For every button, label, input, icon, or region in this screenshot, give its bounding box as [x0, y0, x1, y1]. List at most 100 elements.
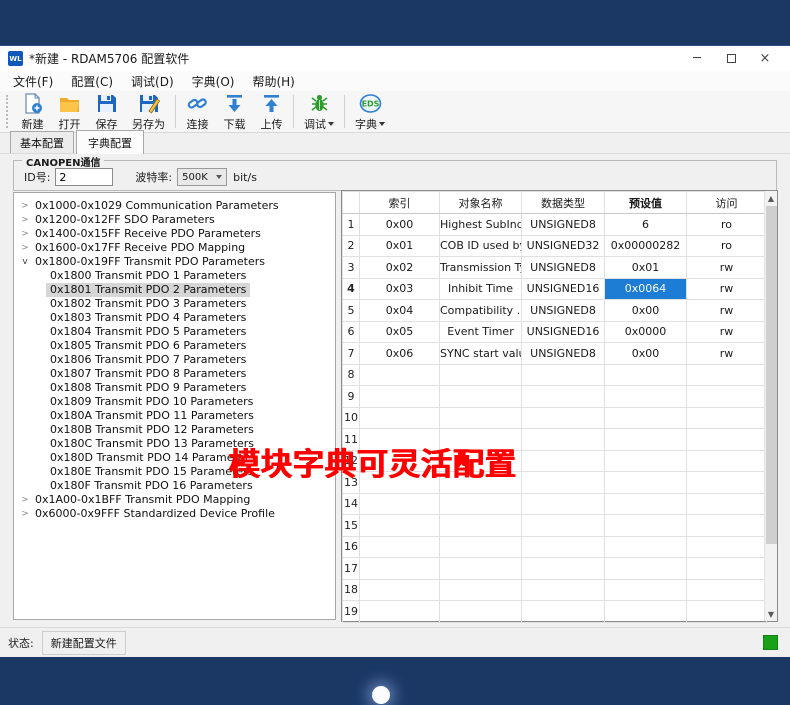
cell-name[interactable]	[440, 579, 522, 601]
cell-preset[interactable]	[605, 429, 687, 451]
cell-index[interactable]	[360, 601, 440, 623]
cell-type[interactable]: UNSIGNED8	[522, 300, 605, 322]
tab-basic-config[interactable]: 基本配置	[10, 131, 74, 153]
tree-item[interactable]: 0x1802 Transmit PDO 3 Parameters	[14, 297, 335, 311]
cell-index[interactable]	[360, 515, 440, 537]
cell-preset[interactable]: 0x00	[605, 300, 687, 322]
cell-index[interactable]	[360, 493, 440, 515]
upload-button[interactable]: 上传	[253, 91, 290, 132]
cell-index[interactable]	[360, 364, 440, 386]
cell-index[interactable]: 0x03	[360, 278, 440, 300]
cell-access[interactable]: rw	[687, 321, 767, 343]
chevron-down-icon[interactable]: v	[19, 255, 31, 269]
tree-item[interactable]: 0x1801 Transmit PDO 2 Parameters	[14, 283, 335, 297]
tree-item[interactable]: v0x1800-0x19FF Transmit PDO Parameters	[14, 255, 335, 269]
cell-index[interactable]	[360, 536, 440, 558]
download-button[interactable]: 下载	[216, 91, 253, 132]
cell-name[interactable]	[440, 386, 522, 408]
tree-item[interactable]: 0x1806 Transmit PDO 7 Parameters	[14, 353, 335, 367]
cell-index[interactable]: 0x06	[360, 343, 440, 365]
cell-name[interactable]	[440, 536, 522, 558]
table-row[interactable]: 40x03Inhibit TimeUNSIGNED160x0064rw	[343, 278, 767, 300]
cell-type[interactable]: UNSIGNED16	[522, 278, 605, 300]
cell-access[interactable]	[687, 558, 767, 580]
cell-type[interactable]: UNSIGNED8	[522, 214, 605, 236]
cell-access[interactable]: rw	[687, 343, 767, 365]
cell-preset[interactable]: 0x0000	[605, 321, 687, 343]
table-row[interactable]: 10x00Highest SubInde...UNSIGNED86ro	[343, 214, 767, 236]
save-as-button[interactable]: 另存为	[125, 91, 172, 132]
save-button[interactable]: 保存	[88, 91, 125, 132]
tree-item[interactable]: 0x1805 Transmit PDO 6 Parameters	[14, 339, 335, 353]
cell-access[interactable]	[687, 579, 767, 601]
cell-preset[interactable]: 6	[605, 214, 687, 236]
cell-name[interactable]: SYNC start value	[440, 343, 522, 365]
cell-name[interactable]	[440, 364, 522, 386]
cell-access[interactable]	[687, 601, 767, 623]
scroll-down-icon[interactable]: ▼	[765, 607, 777, 621]
table-row[interactable]: 10	[343, 407, 767, 429]
id-input[interactable]	[55, 168, 113, 186]
cell-index[interactable]: 0x01	[360, 235, 440, 257]
table-scrollbar[interactable]: ▲ ▼	[764, 191, 777, 621]
cell-access[interactable]	[687, 364, 767, 386]
table-row[interactable]: 15	[343, 515, 767, 537]
close-button[interactable]: ×	[748, 48, 782, 70]
baud-select[interactable]: 500K	[177, 168, 227, 186]
menu-file[interactable]: 文件(F)	[4, 71, 62, 92]
tree-item[interactable]: >0x1000-0x1029 Communication Parameters	[14, 199, 335, 213]
cell-type[interactable]: UNSIGNED8	[522, 257, 605, 279]
tree-item[interactable]: >0x6000-0x9FFF Standardized Device Profi…	[14, 507, 335, 521]
scroll-up-icon[interactable]: ▲	[765, 191, 777, 205]
cell-preset[interactable]: 0x00000282	[605, 235, 687, 257]
tree-item[interactable]: >0x1600-0x17FF Receive PDO Mapping	[14, 241, 335, 255]
tree-item[interactable]: >0x1A00-0x1BFF Transmit PDO Mapping	[14, 493, 335, 507]
tree-item[interactable]: 0x180A Transmit PDO 11 Parameters	[14, 409, 335, 423]
header-index[interactable]: 索引	[360, 192, 440, 214]
cell-access[interactable]	[687, 493, 767, 515]
cell-access[interactable]	[687, 472, 767, 494]
object-dictionary-tree[interactable]: >0x1000-0x1029 Communication Parameters>…	[13, 192, 336, 620]
chevron-right-icon[interactable]: >	[19, 213, 31, 227]
tree-item[interactable]: >0x1200-0x12FF SDO Parameters	[14, 213, 335, 227]
cell-access[interactable]	[687, 450, 767, 472]
cell-preset[interactable]	[605, 515, 687, 537]
cell-access[interactable]: ro	[687, 235, 767, 257]
cell-preset[interactable]	[605, 472, 687, 494]
tree-item[interactable]: 0x1803 Transmit PDO 4 Parameters	[14, 311, 335, 325]
cell-access[interactable]: rw	[687, 300, 767, 322]
cell-preset[interactable]	[605, 364, 687, 386]
cell-name[interactable]	[440, 558, 522, 580]
tree-item[interactable]: 0x1804 Transmit PDO 5 Parameters	[14, 325, 335, 339]
table-row[interactable]: 17	[343, 558, 767, 580]
cell-name[interactable]: COB ID used by ...	[440, 235, 522, 257]
cell-index[interactable]	[360, 558, 440, 580]
cell-type[interactable]: UNSIGNED8	[522, 343, 605, 365]
cell-type[interactable]	[522, 601, 605, 623]
cell-type[interactable]	[522, 515, 605, 537]
cell-name[interactable]	[440, 515, 522, 537]
debug-button[interactable]: 调试	[297, 91, 341, 132]
cell-name[interactable]: Transmission Type	[440, 257, 522, 279]
cell-type[interactable]	[522, 386, 605, 408]
cell-index[interactable]: 0x04	[360, 300, 440, 322]
cell-access[interactable]: ro	[687, 214, 767, 236]
menu-help[interactable]: 帮助(H)	[243, 71, 303, 92]
cell-type[interactable]	[522, 558, 605, 580]
tree-item[interactable]: 0x1800 Transmit PDO 1 Parameters	[14, 269, 335, 283]
chevron-right-icon[interactable]: >	[19, 199, 31, 213]
table-row[interactable]: 30x02Transmission TypeUNSIGNED80x01rw	[343, 257, 767, 279]
scrollbar-thumb[interactable]	[766, 206, 777, 544]
cell-index[interactable]	[360, 386, 440, 408]
cell-access[interactable]: rw	[687, 257, 767, 279]
table-row[interactable]: 14	[343, 493, 767, 515]
cell-type[interactable]	[522, 493, 605, 515]
menu-debug[interactable]: 调试(D)	[122, 71, 183, 92]
cell-name[interactable]	[440, 493, 522, 515]
chevron-right-icon[interactable]: >	[19, 241, 31, 255]
table-row[interactable]: 70x06SYNC start valueUNSIGNED80x00rw	[343, 343, 767, 365]
tree-item[interactable]: 0x1807 Transmit PDO 8 Parameters	[14, 367, 335, 381]
table-row[interactable]: 8	[343, 364, 767, 386]
cell-index[interactable]: 0x00	[360, 214, 440, 236]
header-access[interactable]: 访问	[687, 192, 767, 214]
